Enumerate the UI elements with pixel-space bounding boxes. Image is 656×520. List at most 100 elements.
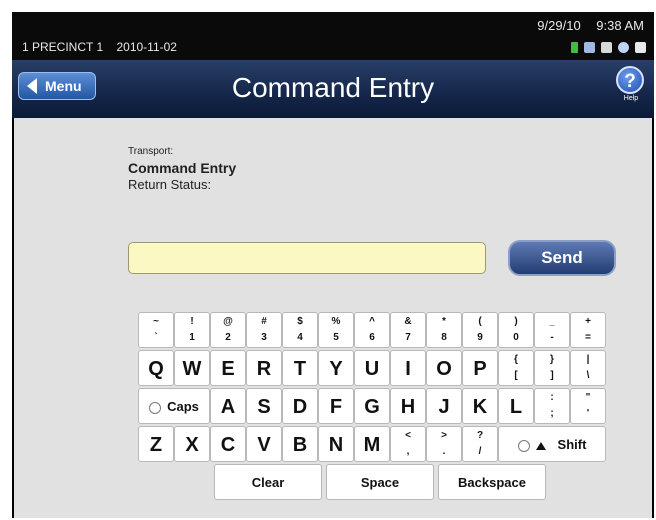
key-symbol[interactable]: }] [534, 350, 570, 386]
status-icons [571, 42, 646, 53]
key-letter[interactable]: V [246, 426, 282, 462]
key-char: 3 [261, 332, 267, 343]
key-letter[interactable]: D [282, 388, 318, 424]
key-char: \ [586, 370, 590, 381]
key-shift-char: | [586, 354, 590, 365]
key-char: 7 [405, 332, 411, 343]
backspace-key[interactable]: Backspace [438, 464, 546, 500]
key-letter[interactable]: K [462, 388, 498, 424]
help-label: Help [623, 95, 639, 102]
key-char: ` [154, 332, 158, 343]
clock-date: 9/29/10 [537, 18, 581, 33]
key-symbol[interactable]: >. [426, 426, 462, 462]
key-shift-char: } [550, 354, 554, 365]
key-char: 2 [225, 332, 231, 343]
key-symbol[interactable]: + = [570, 312, 606, 348]
key-char: [ [514, 370, 518, 381]
page-title: Command Entry [231, 72, 435, 103]
key-symbol[interactable]: * 8 [426, 312, 462, 348]
key-letter[interactable]: U [354, 350, 390, 386]
clock: 9/29/10 9:38 AM [525, 18, 644, 33]
key-letter[interactable]: I [390, 350, 426, 386]
command-entry-panel: Transport: Command Entry Return Status: … [14, 118, 652, 518]
key-shift-char: ) [514, 316, 518, 327]
key-symbol[interactable]: #3 [246, 312, 282, 348]
key-shift-char: ^ [369, 316, 375, 327]
key-letter[interactable]: P [462, 350, 498, 386]
key-letter[interactable]: G [354, 388, 390, 424]
key-letter[interactable]: N [318, 426, 354, 462]
precinct-label: 1 PRECINCT 1 [22, 40, 104, 54]
key-letter[interactable]: W [174, 350, 210, 386]
key-symbol[interactable]: ~ ` [138, 312, 174, 348]
help-button[interactable]: ? Help [616, 66, 646, 102]
key-char: 6 [369, 332, 375, 343]
key-symbol[interactable]: ! 1 [174, 312, 210, 348]
key-letter[interactable]: L [498, 388, 534, 424]
key-letter[interactable]: Z [138, 426, 174, 462]
key-shift-char: @ [223, 316, 233, 327]
key-shift-char: _ [549, 316, 555, 327]
caps-lock-key[interactable]: Caps [138, 388, 210, 424]
key-letter[interactable]: S [246, 388, 282, 424]
key-letter[interactable]: E [210, 350, 246, 386]
title-bar: Menu Command Entry ? Help [12, 60, 654, 118]
key-letter[interactable]: R [246, 350, 282, 386]
key-shift-char: < [405, 430, 411, 441]
key-char: 9 [477, 332, 483, 343]
key-symbol[interactable]: ^ 6 [354, 312, 390, 348]
key-shift-char: ? [476, 430, 484, 441]
key-char: , [406, 446, 410, 457]
shift-key[interactable]: Shift [498, 426, 606, 462]
key-shift-char: { [514, 354, 518, 365]
key-symbol[interactable]: ? / [462, 426, 498, 462]
on-screen-keyboard: ~ `! 1 @2 #3 $4% 5 ^ 6 & 7 * 8(9) 0 _ - + = Q W E R T Y U I O P{[}]… [14, 118, 652, 518]
precinct-info: 1 PRECINCT 1 2010-11-02 [22, 40, 187, 54]
key-shift-char: > [441, 430, 447, 441]
key-letter[interactable]: X [174, 426, 210, 462]
key-letter[interactable]: O [426, 350, 462, 386]
key-letter[interactable]: Q [138, 350, 174, 386]
key-symbol[interactable]: ) 0 [498, 312, 534, 348]
key-char: 8 [441, 332, 447, 343]
key-letter[interactable]: T [282, 350, 318, 386]
key-symbol[interactable]: $4 [282, 312, 318, 348]
key-letter[interactable]: F [318, 388, 354, 424]
shift-label: Shift [557, 437, 587, 452]
status-bar: 1 PRECINCT 1 2010-11-02 9/29/10 9:38 AM [12, 12, 654, 60]
key-char: ' [586, 408, 590, 419]
key-symbol[interactable]: :; [534, 388, 570, 424]
key-symbol[interactable]: @2 [210, 312, 246, 348]
space-key[interactable]: Space [326, 464, 434, 500]
tray-icon [635, 42, 646, 53]
election-date: 2010-11-02 [116, 40, 177, 54]
key-char: 5 [333, 332, 339, 343]
key-symbol[interactable]: _ - [534, 312, 570, 348]
key-symbol[interactable]: " ' [570, 388, 606, 424]
key-shift-char: : [550, 392, 554, 403]
key-shift-char: # [261, 316, 267, 327]
key-char: / [478, 446, 482, 457]
clear-key[interactable]: Clear [214, 464, 322, 500]
key-letter[interactable]: J [426, 388, 462, 424]
key-shift-char: $ [297, 316, 303, 327]
printer-icon [601, 42, 612, 53]
help-icon: ? [616, 66, 644, 94]
key-symbol[interactable]: <, [390, 426, 426, 462]
key-symbol[interactable]: & 7 [390, 312, 426, 348]
key-shift-char: ~ [153, 316, 159, 327]
key-char: 0 [513, 332, 519, 343]
key-char: ; [550, 408, 554, 419]
key-symbol[interactable]: (9 [462, 312, 498, 348]
key-letter[interactable]: Y [318, 350, 354, 386]
key-letter[interactable]: C [210, 426, 246, 462]
key-shift-char: & [404, 316, 412, 327]
key-letter[interactable]: M [354, 426, 390, 462]
key-symbol[interactable]: % 5 [318, 312, 354, 348]
battery-icon [571, 42, 578, 53]
key-symbol[interactable]: {[ [498, 350, 534, 386]
key-symbol[interactable]: | \ [570, 350, 606, 386]
key-letter[interactable]: A [210, 388, 246, 424]
key-letter[interactable]: H [390, 388, 426, 424]
key-letter[interactable]: B [282, 426, 318, 462]
